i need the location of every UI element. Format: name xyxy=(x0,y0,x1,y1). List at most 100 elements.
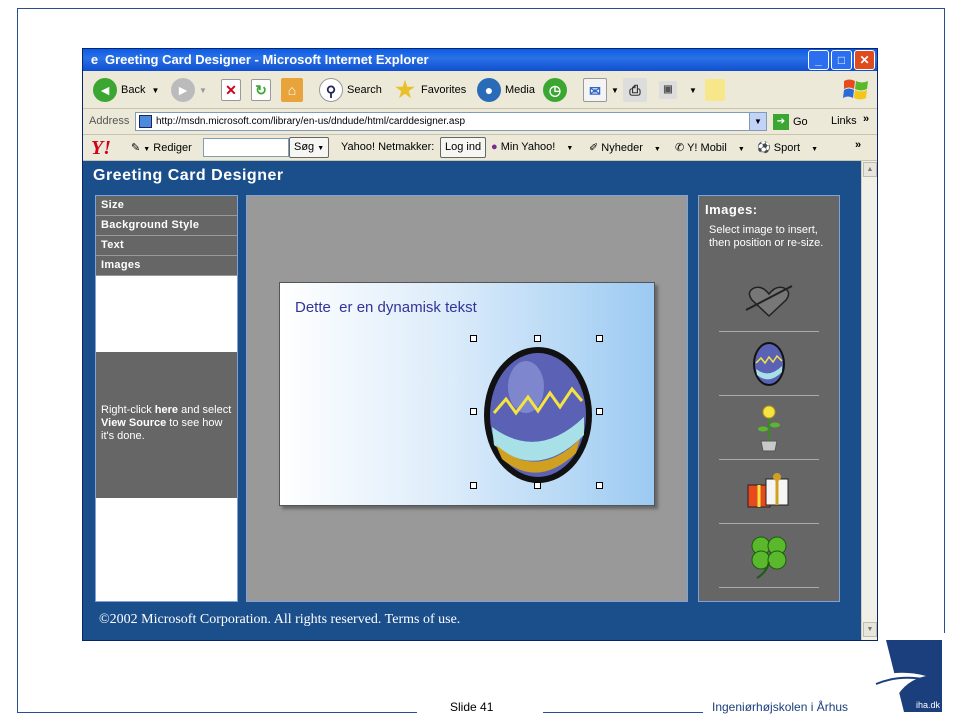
mobile-icon: ✆ xyxy=(675,142,685,154)
edit-dropdown-icon[interactable]: ▼ xyxy=(689,86,697,95)
yahoo-chevron-icon[interactable]: » xyxy=(855,139,861,151)
login-button[interactable]: Log ind xyxy=(440,137,487,158)
image-option-flower[interactable] xyxy=(719,396,819,460)
sog-label: Søg xyxy=(294,141,315,153)
sog-button[interactable]: Søg ▼ xyxy=(289,137,330,158)
stop-button[interactable]: ✕ xyxy=(221,77,245,103)
info-here: here xyxy=(154,404,179,416)
sport-button[interactable]: ⚽ Sport ▼ xyxy=(757,141,818,154)
history-button[interactable]: ◷ xyxy=(543,77,571,103)
my-yahoo-icon: ● xyxy=(491,141,498,153)
forward-button[interactable]: ► ▼ xyxy=(171,77,207,103)
slide-border-top xyxy=(17,8,944,9)
forward-dropdown-icon[interactable]: ▼ xyxy=(199,86,207,95)
image-option-clover[interactable] xyxy=(719,524,819,588)
edit-icon: ▣ xyxy=(659,81,677,99)
rediger-dropdown-icon: ▼ xyxy=(143,146,151,153)
nav-item-background-style[interactable]: Background Style xyxy=(96,216,237,236)
back-arrow-icon: ◄ xyxy=(93,78,117,102)
min-yahoo-button[interactable]: ● Min Yahoo! ▼ xyxy=(491,141,573,153)
app-title: Greeting Card Designer xyxy=(93,167,284,184)
egg-icon xyxy=(753,341,785,386)
netmakker-label: Yahoo! Netmakker: xyxy=(341,141,435,153)
design-canvas: Dette er en dynamisk tekst xyxy=(246,195,688,602)
slide-border-bottom-left xyxy=(17,712,417,713)
sog-dropdown-icon: ▼ xyxy=(317,145,325,152)
resize-handle-ne[interactable] xyxy=(596,335,603,342)
resize-handle-se[interactable] xyxy=(596,482,603,489)
go-button[interactable]: ➔ Go xyxy=(773,112,808,132)
search-button[interactable]: ⚲ Search xyxy=(319,77,382,103)
links-button[interactable]: Links xyxy=(831,115,857,127)
nav-item-images[interactable]: Images xyxy=(96,256,237,276)
resize-handle-s[interactable] xyxy=(534,482,541,489)
media-globe-icon: ● xyxy=(477,78,501,102)
minimize-button[interactable]: _ xyxy=(808,50,829,70)
address-dropdown-icon[interactable]: ▼ xyxy=(749,113,766,130)
view-source-info[interactable]: Right-click here and select View Source … xyxy=(96,352,237,498)
card-dynamic-text[interactable]: Dette er en dynamisk tekst xyxy=(295,299,477,316)
back-dropdown-icon[interactable]: ▼ xyxy=(151,86,159,95)
go-arrow-icon: ➔ xyxy=(773,114,789,130)
mail-dropdown-icon[interactable]: ▼ xyxy=(611,86,619,95)
links-chevron-icon[interactable]: » xyxy=(863,113,869,125)
resize-handle-e[interactable] xyxy=(596,408,603,415)
slide-border-left xyxy=(17,8,18,712)
yahoo-logo[interactable]: Y! xyxy=(91,137,111,160)
resize-handle-w[interactable] xyxy=(470,408,477,415)
image-option-egg[interactable] xyxy=(719,332,819,396)
mobil-button[interactable]: ✆ Y! Mobil ▼ xyxy=(675,141,745,154)
egg-image[interactable] xyxy=(476,341,600,485)
resize-handle-n[interactable] xyxy=(534,335,541,342)
favorites-star-icon: ★ xyxy=(395,77,415,102)
nyheder-button[interactable]: ✐ Nyheder ▼ xyxy=(589,141,661,154)
image-option-gifts[interactable] xyxy=(719,460,819,524)
messenger-button[interactable] xyxy=(705,77,729,103)
stop-icon: ✕ xyxy=(221,79,241,101)
back-label: Back xyxy=(121,84,146,96)
windows-logo-icon xyxy=(843,79,868,100)
scroll-down-icon[interactable]: ▼ xyxy=(863,622,877,637)
heart-arrow-icon xyxy=(745,284,793,317)
iha-logo: iha.dk xyxy=(866,640,942,712)
school-name: Ingeniørhøjskolen i Århus xyxy=(712,700,849,714)
yahoo-search-input[interactable] xyxy=(203,138,289,157)
resize-handle-sw[interactable] xyxy=(470,482,477,489)
refresh-icon: ↻ xyxy=(251,79,271,101)
nav-item-text[interactable]: Text xyxy=(96,236,237,256)
mail-icon: ✉ xyxy=(583,78,607,102)
home-button[interactable]: ⌂ xyxy=(281,77,307,103)
refresh-button[interactable]: ↻ xyxy=(251,77,275,103)
scroll-up-icon[interactable]: ▲ xyxy=(863,162,877,177)
slide-border-right xyxy=(944,8,945,633)
window-title: Greeting Card Designer - Microsoft Inter… xyxy=(105,52,429,67)
search-label: Search xyxy=(347,84,382,96)
vertical-scrollbar[interactable]: ▲ ▼ xyxy=(861,161,877,640)
address-input[interactable]: http://msdn.microsoft.com/library/en-us/… xyxy=(135,112,767,131)
nav-item-size[interactable]: Size xyxy=(96,196,237,216)
soccer-ball-icon: ⚽ xyxy=(757,142,771,154)
images-panel: Images: Select image to insert, then pos… xyxy=(698,195,840,602)
go-label: Go xyxy=(793,116,808,128)
address-url: http://msdn.microsoft.com/library/en-us/… xyxy=(156,116,466,127)
image-option-heart[interactable] xyxy=(719,268,819,332)
resize-handle-nw[interactable] xyxy=(470,335,477,342)
page-content: Greeting Card Designer Size Background S… xyxy=(83,161,861,640)
media-button[interactable]: ● Media xyxy=(477,77,535,103)
yahoo-toolbar: Y! ✎ ▼ Rediger Søg ▼ Yahoo! Netmakker: L… xyxy=(83,135,877,161)
back-button[interactable]: ◄ Back ▼ xyxy=(93,77,159,103)
mail-button[interactable]: ✉ ▼ xyxy=(583,77,619,103)
maximize-button[interactable]: □ xyxy=(831,50,852,70)
edit-button[interactable]: ▣ ▼ xyxy=(659,77,697,103)
close-button[interactable]: ✕ xyxy=(854,50,875,70)
favorites-button[interactable]: ★ Favorites xyxy=(393,77,466,103)
nyheder-label: Nyheder xyxy=(601,142,643,154)
greeting-card[interactable]: Dette er en dynamisk tekst xyxy=(279,282,655,506)
rediger-button[interactable]: ✎ ▼ Rediger xyxy=(131,141,192,154)
window-titlebar[interactable]: e Greeting Card Designer - Microsoft Int… xyxy=(83,49,877,71)
standard-toolbar: ◄ Back ▼ ► ▼ ✕ ↻ ⌂ ⚲ Search ★ Favorites … xyxy=(83,71,877,109)
images-help: Select image to insert, then position or… xyxy=(709,224,824,249)
gift-boxes-icon xyxy=(747,472,789,507)
print-button[interactable]: ⎙ xyxy=(623,77,651,103)
favorites-label: Favorites xyxy=(421,84,467,96)
